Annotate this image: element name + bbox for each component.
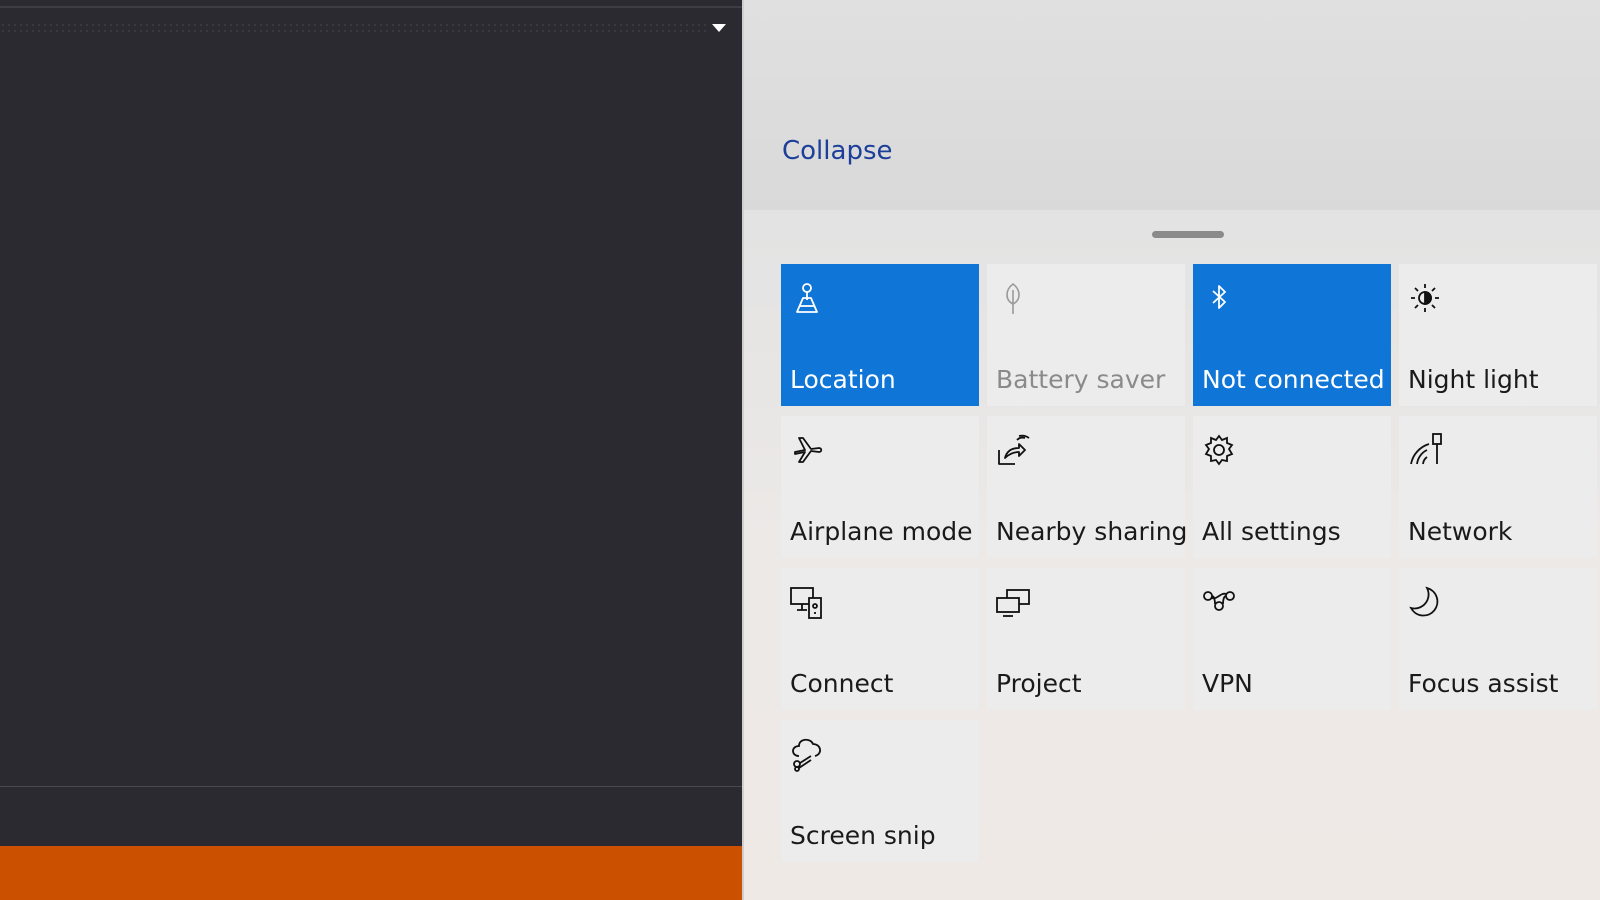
collapse-link[interactable]: Collapse [782,136,893,166]
tile-label: All settings [1202,517,1341,546]
connect-icon [789,584,825,620]
nearby-sharing-icon [995,432,1031,468]
editor-top-divider [0,6,742,8]
project-icon [995,584,1031,620]
tile-bluetooth[interactable]: Not connected [1193,264,1391,406]
location-icon [789,280,825,316]
tile-label: Focus assist [1408,669,1559,698]
drag-handle[interactable] [1152,231,1224,238]
vpn-icon [1201,584,1237,620]
tile-label: Connect [790,669,894,698]
tile-vpn[interactable]: VPN [1193,568,1391,710]
screen-snip-icon [789,736,825,772]
battery-saver-icon [995,280,1031,316]
tile-night-light[interactable]: Night light [1399,264,1597,406]
action-center-panel: Collapse Location Battery saver Not conn… [742,0,1600,900]
status-bar [0,846,742,900]
tile-label: Airplane mode [790,517,973,546]
tile-all-settings[interactable]: All settings [1193,416,1391,558]
moon-icon [1407,584,1443,620]
bluetooth-icon [1201,280,1237,316]
tile-label: Battery saver [996,365,1166,394]
quick-actions-grid: Location Battery saver Not connected Nig… [781,264,1597,862]
tile-label: Not connected [1202,365,1385,394]
tile-project[interactable]: Project [987,568,1185,710]
tile-nearby-sharing[interactable]: Nearby sharing [987,416,1188,558]
tile-screen-snip[interactable]: Screen snip [781,720,979,862]
tile-label: Project [996,669,1082,698]
tile-focus-assist[interactable]: Focus assist [1399,568,1597,710]
editor-dotted-toolbar [0,22,706,36]
editor-background [0,0,742,900]
night-light-icon [1407,280,1443,316]
tile-label: VPN [1202,669,1253,698]
tile-label: Location [790,365,896,394]
tile-airplane-mode[interactable]: Airplane mode [781,416,979,558]
airplane-icon [789,432,825,468]
tile-connect[interactable]: Connect [781,568,979,710]
tile-label: Screen snip [790,821,936,850]
tile-label: Nearby sharing [996,517,1188,546]
tile-label: Night light [1408,365,1539,394]
editor-divider [0,786,742,787]
network-icon [1407,432,1443,468]
tile-battery-saver[interactable]: Battery saver [987,264,1185,406]
dropdown-arrow-icon[interactable] [712,24,726,32]
tile-location[interactable]: Location [781,264,979,406]
tile-network[interactable]: Network [1399,416,1597,558]
tile-label: Network [1408,517,1513,546]
collapse-row: Collapse [744,0,1600,210]
gear-icon [1201,432,1237,468]
